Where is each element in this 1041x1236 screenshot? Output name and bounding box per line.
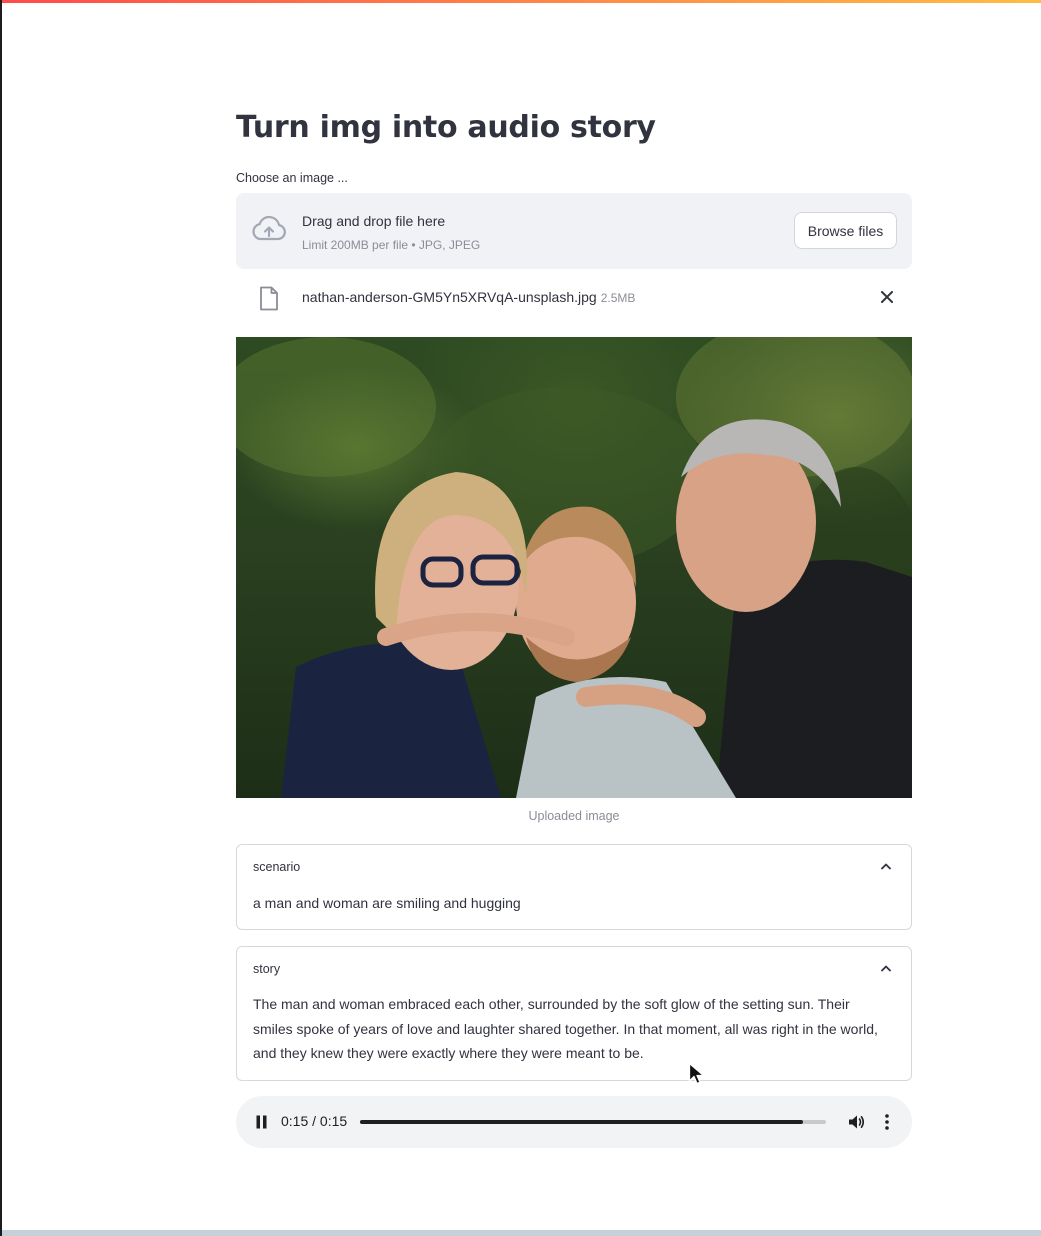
file-size: 2.5MB — [600, 291, 636, 305]
browse-files-button[interactable]: Browse files — [794, 212, 897, 249]
close-icon[interactable] — [880, 290, 894, 304]
dropzone-title: Drag and drop file here — [302, 213, 446, 229]
bottom-bar — [2, 1230, 1041, 1236]
chevron-up-icon[interactable] — [879, 861, 893, 871]
pause-icon[interactable] — [256, 1115, 267, 1129]
more-vertical-icon[interactable] — [884, 1113, 890, 1131]
file-name-text: nathan-anderson-GM5Yn5XRVqA-unsplash.jpg — [302, 289, 597, 305]
top-decoration-bar — [2, 0, 1041, 3]
mouse-cursor-icon — [688, 1062, 705, 1085]
story-text: The man and woman embraced each other, s… — [253, 996, 878, 1061]
audio-player: 0:15 / 0:15 — [236, 1096, 912, 1148]
file-dropzone[interactable]: Drag and drop file here Limit 200MB per … — [236, 193, 912, 269]
audio-progress-slider[interactable] — [360, 1120, 826, 1124]
chevron-up-icon[interactable] — [879, 963, 893, 973]
scenario-expander-label: scenario — [253, 860, 301, 874]
scenario-expander[interactable]: scenario a man and woman are smiling and… — [236, 844, 912, 930]
volume-icon[interactable] — [847, 1113, 865, 1131]
uploaded-file-row: nathan-anderson-GM5Yn5XRVqA-unsplash.jpg… — [236, 280, 912, 316]
app-page: Turn img into audio story Choose an imag… — [0, 0, 1041, 1236]
scenario-text: a man and woman are smiling and hugging — [253, 895, 521, 911]
file-name: nathan-anderson-GM5Yn5XRVqA-unsplash.jpg… — [302, 289, 635, 305]
image-caption: Uploaded image — [528, 809, 620, 823]
page-title: Turn img into audio story — [236, 110, 656, 145]
file-icon — [260, 286, 278, 311]
family-photo-illustration — [236, 337, 912, 798]
cloud-upload-icon — [252, 215, 286, 241]
uploader-label: Choose an image ... — [236, 171, 348, 185]
dropzone-limit: Limit 200MB per file • JPG, JPEG — [302, 238, 481, 252]
uploaded-image — [236, 337, 912, 798]
audio-progress-fill — [360, 1120, 803, 1124]
story-expander[interactable]: story The man and woman embraced each ot… — [236, 946, 912, 1081]
story-expander-label: story — [253, 962, 281, 976]
audio-time: 0:15 / 0:15 — [281, 1113, 348, 1129]
